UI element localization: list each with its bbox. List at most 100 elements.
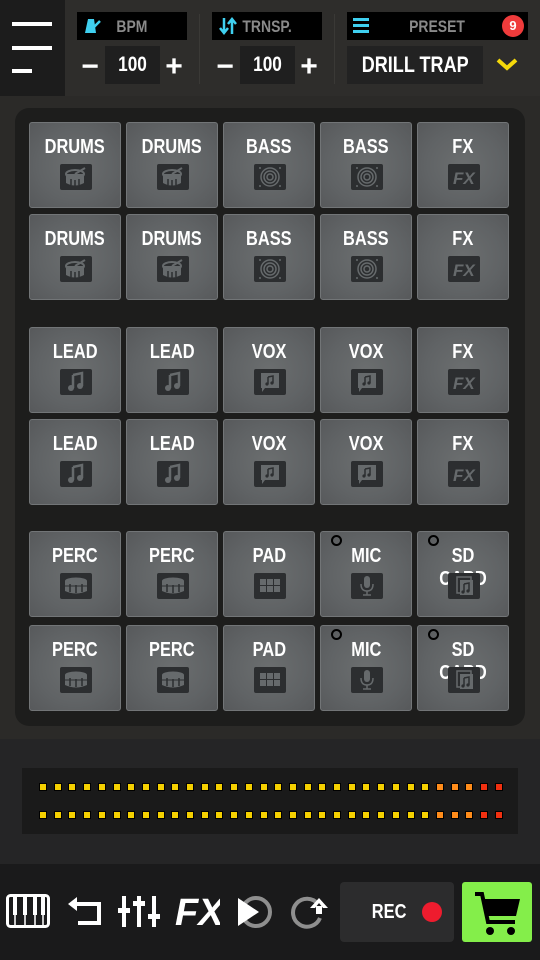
meter-led-ch1 — [274, 783, 283, 791]
bpm-value[interactable]: 100 — [105, 46, 160, 84]
mixer-button[interactable] — [118, 894, 160, 928]
record-button[interactable]: REC — [340, 882, 454, 942]
pad-label: LEAD — [52, 341, 98, 363]
preset-name[interactable]: DRILL TRAP — [347, 46, 483, 84]
meter-led-ch2 — [244, 811, 253, 819]
pad-bass[interactable]: BASS — [223, 122, 315, 208]
pad-sd-card[interactable]: SD CARD — [417, 625, 509, 711]
meter-led-ch2 — [318, 811, 327, 819]
transpose-increase-button[interactable]: + — [294, 50, 324, 86]
meter-led-ch2 — [156, 811, 165, 819]
meter-led-ch1 — [230, 783, 239, 791]
piano-button[interactable] — [6, 894, 50, 928]
menu-button[interactable] — [0, 0, 65, 96]
pad-label: PERC — [52, 639, 98, 661]
pad-label: BASS — [246, 136, 292, 158]
pad-label: LEAD — [149, 341, 195, 363]
divider — [334, 14, 335, 84]
undo-arrow-icon — [68, 897, 101, 925]
pad-drums[interactable]: DRUMS — [29, 122, 121, 208]
meter-led-ch1 — [141, 783, 150, 791]
play-loop-button[interactable] — [234, 894, 274, 930]
pad-label: PAD — [252, 639, 286, 661]
pad-lead[interactable]: LEAD — [126, 419, 218, 505]
pad-vox[interactable]: VOX — [223, 327, 315, 413]
chevron-down-icon — [496, 58, 518, 71]
pad-mic[interactable]: MIC — [320, 625, 412, 711]
percussion-icon — [157, 573, 189, 599]
pad-vox[interactable]: VOX — [320, 419, 412, 505]
percussion-icon — [60, 573, 92, 599]
transpose-decrease-button[interactable]: − — [210, 50, 240, 86]
grid-icon — [254, 573, 286, 599]
meter-led-ch2 — [97, 811, 106, 819]
pad-drums[interactable]: DRUMS — [29, 214, 121, 300]
pad-perc[interactable]: PERC — [29, 531, 121, 617]
meter-led-ch1 — [244, 783, 253, 791]
transpose-value[interactable]: 100 — [240, 46, 295, 84]
pad-perc[interactable]: PERC — [126, 625, 218, 711]
pad-drums[interactable]: DRUMS — [126, 214, 218, 300]
svg-text:FX: FX — [175, 892, 220, 930]
pad-vox[interactable]: VOX — [223, 419, 315, 505]
drum-icon — [157, 256, 189, 282]
pad-pad[interactable]: PAD — [223, 625, 315, 711]
meter-led-ch1 — [186, 783, 194, 791]
bpm-decrease-button[interactable]: − — [75, 50, 105, 86]
pad-fx[interactable]: FX FX — [417, 419, 509, 505]
fx-button[interactable]: FX — [174, 892, 220, 930]
meter-led-ch1 — [68, 783, 77, 791]
meter-led-ch2 — [347, 811, 356, 819]
percussion-icon — [60, 667, 92, 693]
meter-led-ch2 — [303, 811, 312, 819]
meter-led-ch1 — [362, 783, 371, 791]
preset-header[interactable]: PRESET 9 — [347, 12, 528, 40]
bpm-increase-button[interactable]: + — [159, 50, 189, 86]
meter-led-ch2 — [274, 811, 283, 819]
pad-label: BASS — [343, 136, 389, 158]
meter-led-ch2 — [127, 811, 136, 819]
meter-led-ch1 — [127, 783, 136, 791]
pad-bass[interactable]: BASS — [320, 214, 412, 300]
pad-mic[interactable]: MIC — [320, 531, 412, 617]
pad-sd-card[interactable]: SD CARD — [417, 531, 509, 617]
meter-led-ch1 — [171, 783, 180, 791]
meter-led-ch2 — [406, 811, 415, 819]
pad-pad[interactable]: PAD — [223, 531, 315, 617]
meter-led-ch2 — [421, 811, 430, 819]
meter-led-ch1 — [480, 783, 488, 791]
pad-lead[interactable]: LEAD — [29, 327, 121, 413]
pad-lead[interactable]: LEAD — [126, 327, 218, 413]
pad-vox[interactable]: VOX — [320, 327, 412, 413]
pad-bass[interactable]: BASS — [320, 122, 412, 208]
level-meter — [22, 768, 518, 834]
preset-dropdown-button[interactable] — [490, 52, 524, 78]
top-bar: BPM − 100 + TRNSP. − 100 + PRESET 9 DRIL… — [0, 0, 540, 96]
pad-drums[interactable]: DRUMS — [126, 122, 218, 208]
pad-fx[interactable]: FX FX — [417, 327, 509, 413]
fx-icon: FX — [175, 892, 220, 930]
transpose-header: TRNSP. — [212, 12, 322, 40]
music-note-icon — [157, 461, 189, 487]
meter-led-ch1 — [112, 783, 121, 791]
pad-lead[interactable]: LEAD — [29, 419, 121, 505]
bpm-header: BPM — [77, 12, 187, 40]
meter-led-ch2 — [333, 811, 341, 819]
pad-bass[interactable]: BASS — [223, 214, 315, 300]
pad-label: PERC — [149, 639, 195, 661]
pad-fx[interactable]: FX FX — [417, 214, 509, 300]
meter-led-ch2 — [494, 811, 503, 819]
pad-label: VOX — [251, 433, 287, 455]
vocal-bubble-icon — [254, 369, 286, 395]
pad-label: VOX — [251, 341, 287, 363]
pad-perc[interactable]: PERC — [126, 531, 218, 617]
record-dot-icon — [422, 902, 442, 922]
pad-perc[interactable]: PERC — [29, 625, 121, 711]
undo-button[interactable] — [66, 896, 102, 926]
redo-button[interactable] — [288, 894, 332, 930]
speaker-icon — [254, 256, 286, 282]
store-button[interactable] — [462, 882, 532, 942]
sd-card-music-icon — [448, 573, 480, 599]
drum-icon — [60, 164, 92, 190]
pad-fx[interactable]: FX FX — [417, 122, 509, 208]
